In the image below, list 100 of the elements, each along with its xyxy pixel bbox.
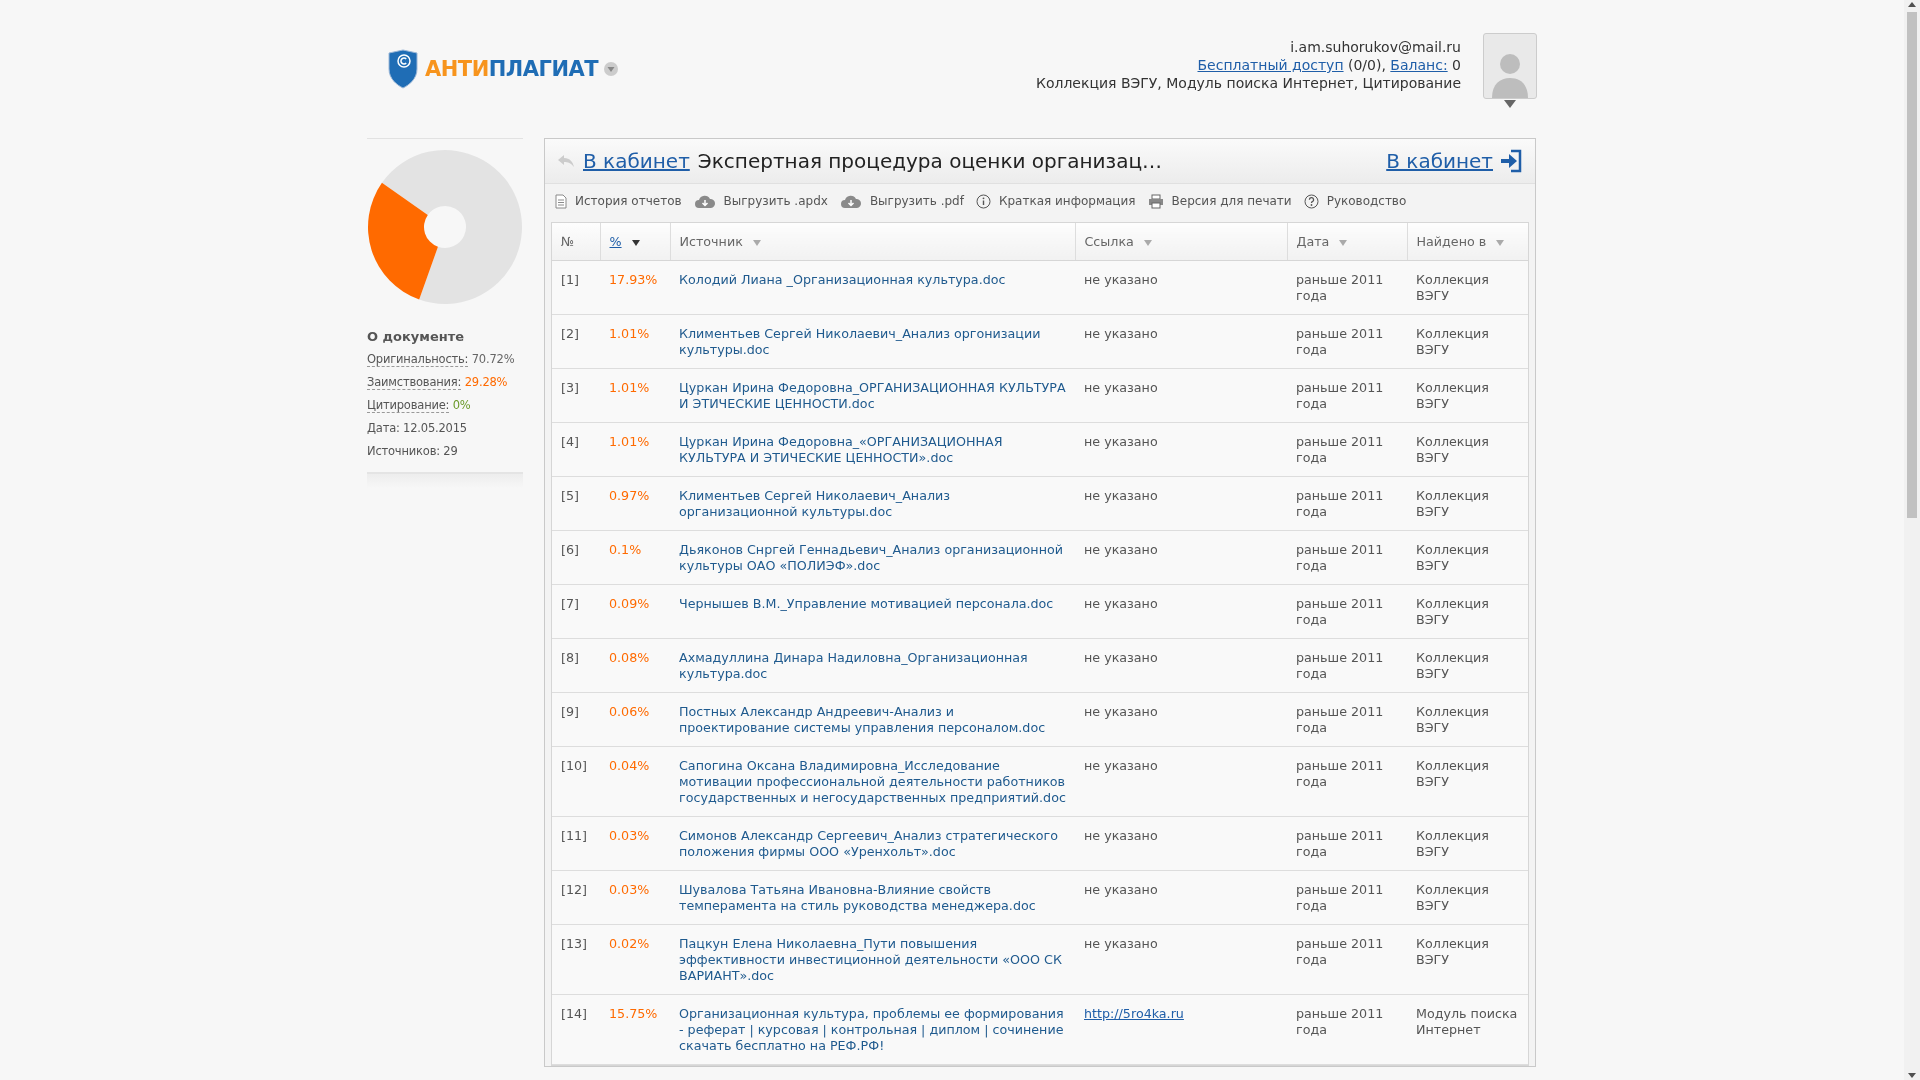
link-cell: не указано	[1075, 368, 1287, 423]
link-cell: не указано	[1075, 746, 1287, 817]
scroll-down-icon[interactable]	[1907, 1072, 1917, 1080]
link-cell: не указано	[1075, 870, 1287, 925]
link-cell: не указано	[1075, 260, 1287, 315]
row-number: [11]	[552, 816, 600, 871]
sort-arrow-icon[interactable]	[631, 239, 640, 246]
row-number: [13]	[552, 924, 600, 995]
scrollbar[interactable]	[1904, 0, 1920, 1080]
date-cell: раньше 2011 года	[1287, 994, 1407, 1065]
column-header[interactable]: Дата	[1287, 223, 1407, 261]
percent-cell: 0.04%	[600, 746, 670, 817]
source-link[interactable]: Симонов Александр Сергеевич_Анализ стратегического положения фирмы ООО «Уренхольт».doc	[670, 816, 1075, 871]
scroll-up-icon[interactable]	[1907, 0, 1917, 8]
found-in-cell: Коллекция ВЭГУ	[1407, 816, 1528, 871]
source-link[interactable]: Пацкун Елена Николаевна_Пути повышения эффективности инвестиционной деятельности «ООО СК ВАРИАНТ».doc	[670, 924, 1075, 995]
row-number: [2]	[552, 314, 600, 369]
source-link[interactable]: Колодий Лиана _Организационная культура.doc	[670, 260, 1075, 315]
row-number: [1]	[552, 260, 600, 315]
source-link[interactable]: Цуркан Ирина Федоровна_«ОРГАНИЗАЦИОННАЯ КУЛЬТУРА И ЭТИЧЕСКИЕ ЦЕННОСТИ».doc	[670, 422, 1075, 477]
percent-cell: 1.01%	[600, 422, 670, 477]
row-number: [8]	[552, 638, 600, 693]
toolbar-link[interactable]: Краткая информация	[998, 194, 1136, 208]
date-cell: раньше 2011 года	[1287, 638, 1407, 693]
link-cell: не указано	[1075, 422, 1287, 477]
info-text: Дата: 12.05.2015	[367, 421, 468, 435]
logo-text: АНТИПЛАГИАТ	[425, 57, 599, 81]
toolbar-link[interactable]: Выгрузить .pdf	[869, 194, 964, 208]
found-in-cell: Коллекция ВЭГУ	[1407, 476, 1528, 531]
date-cell: раньше 2011 года	[1287, 368, 1407, 423]
document-icon	[555, 193, 567, 209]
row-number: [14]	[552, 994, 600, 1065]
section-heading: О документе	[367, 329, 466, 344]
percent-cell: 0.03%	[600, 816, 670, 871]
source-link[interactable]: Цуркан Ирина Федоровна_ОРГАНИЗАЦИОННАЯ КУЛЬТУРА И ЭТИЧЕСКИЕ ЦЕННОСТИ.doc	[670, 368, 1075, 423]
document-title: Экспертная процедура оценки организац…	[697, 149, 1163, 173]
found-in-cell: Коллекция ВЭГУ	[1407, 314, 1528, 369]
link-cell: не указано	[1075, 924, 1287, 995]
toolbar-link[interactable]: История отчетов	[575, 194, 682, 208]
date-cell: раньше 2011 года	[1287, 924, 1407, 995]
toolbar-link[interactable]: Руководство	[1326, 194, 1407, 208]
percent-cell: 0.08%	[600, 638, 670, 693]
metric-label[interactable]: Заимствования:	[367, 375, 462, 390]
url-link[interactable]: http://5ro4ka.ru	[1084, 1006, 1184, 1021]
found-in-cell: Коллекция ВЭГУ	[1407, 368, 1528, 423]
row-number: [5]	[552, 476, 600, 531]
date-cell: раньше 2011 года	[1287, 422, 1407, 477]
date-cell: раньше 2011 года	[1287, 530, 1407, 585]
toolbar-link[interactable]: Версия для печати	[1171, 194, 1292, 208]
percent-cell: 0.03%	[600, 870, 670, 925]
percent-cell: 0.06%	[600, 692, 670, 747]
found-in-cell: Коллекция ВЭГУ	[1407, 924, 1528, 995]
date-cell: раньше 2011 года	[1287, 816, 1407, 871]
percent-cell: 17.93%	[600, 260, 670, 315]
date-cell: раньше 2011 года	[1287, 314, 1407, 369]
found-in-cell: Коллекция ВЭГУ	[1407, 530, 1528, 585]
services-text: Коллекция ВЭГУ, Модуль поиска Интернет, Цитирование	[1035, 74, 1461, 92]
percent-cell: 1.01%	[600, 368, 670, 423]
link-cell: не указано	[1075, 584, 1287, 639]
percent-cell: 0.09%	[600, 584, 670, 639]
free-access-link[interactable]: Бесплатный доступ	[1197, 57, 1344, 73]
toolbar-link[interactable]: Выгрузить .apdx	[723, 194, 828, 208]
source-link[interactable]: Постных Александр Андреевич-Анализ и проектирование системы управления персоналом.doc	[670, 692, 1075, 747]
date-cell: раньше 2011 года	[1287, 870, 1407, 925]
metric-value: 0%	[452, 398, 471, 412]
column-header[interactable]: %	[600, 223, 670, 261]
found-in-cell: Модуль поиска Интернет	[1407, 994, 1528, 1065]
column-header: №	[552, 223, 600, 261]
source-link[interactable]: Организационная культура, проблемы ее формирования - реферат | курсовая | контрольная | диплом | сочинение скачать бесплатно на РЕФ.РФ!	[670, 994, 1075, 1065]
metric-label[interactable]: Цитирование:	[367, 398, 450, 413]
source-link[interactable]: Дьяконов Снргей Геннадьевич_Анализ организационной культуры ОАО «ПОЛИЭФ».doc	[670, 530, 1075, 585]
source-link[interactable]: Сапогина Оксана Владимировна_Исследование мотивации профессиональной деятельности работников государственных и негосударственных предприятий.doc	[670, 746, 1075, 817]
source-link[interactable]: Климентьев Сергей Николаевич_Анализ оргонизации культуры.doc	[670, 314, 1075, 369]
cabinet-link[interactable]: В кабинет	[583, 149, 690, 173]
column-header[interactable]: Источник	[670, 223, 1075, 261]
column-header[interactable]: Ссылка	[1075, 223, 1287, 261]
row-number: [7]	[552, 584, 600, 639]
source-link[interactable]: Ахмадуллина Динара Надиловна_Организационная культура.doc	[670, 638, 1075, 693]
column-header[interactable]: Найдено в	[1407, 223, 1528, 261]
link-cell: не указано	[1075, 530, 1287, 585]
help-icon	[1303, 193, 1319, 209]
account-status-text: Бесплатный доступ (0/0), Баланс: 0	[1196, 56, 1461, 74]
back-arrow-icon[interactable]	[557, 154, 575, 168]
printer-icon	[1147, 193, 1164, 209]
metric-label[interactable]: Оригинальность:	[367, 352, 469, 367]
link-cell: не указано	[1075, 476, 1287, 531]
row-number: [4]	[552, 422, 600, 477]
found-in-cell: Коллекция ВЭГУ	[1407, 692, 1528, 747]
cabinet-link[interactable]: В кабинет	[1386, 149, 1493, 173]
percent-cell: 15.75%	[600, 994, 670, 1065]
info-text: Источников: 29	[367, 444, 459, 458]
exit-icon[interactable]	[1499, 149, 1523, 173]
date-cell: раньше 2011 года	[1287, 746, 1407, 817]
percent-cell: 0.1%	[600, 530, 670, 585]
balance-link[interactable]: Баланс:	[1390, 57, 1448, 73]
dropdown-icon[interactable]	[604, 62, 619, 76]
email-text: i.am.suhorukov@mail.ru	[1289, 38, 1461, 56]
source-link[interactable]: Климентьев Сергей Николаевич_Анализ организационной культуры.doc	[670, 476, 1075, 531]
source-link[interactable]: Шувалова Татьяна Ивановна-Влияние свойств темперамента на стиль руководства менеджера.doc	[670, 870, 1075, 925]
source-link[interactable]: Чернышев В.М._Управление мотивацией персонала.doc	[670, 584, 1075, 639]
